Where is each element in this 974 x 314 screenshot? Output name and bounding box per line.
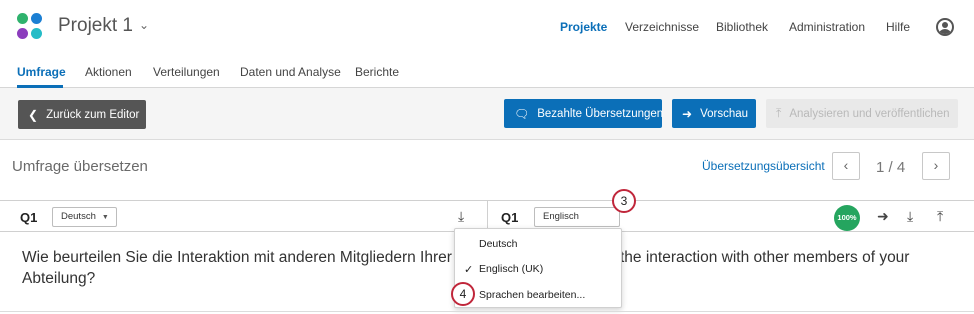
- qualtrics-logo-icon[interactable]: [17, 13, 45, 43]
- source-language-value: Deutsch: [61, 211, 96, 222]
- back-to-editor-button[interactable]: ❮ Zurück zum Editor: [18, 100, 146, 129]
- question-label-target: Q1: [501, 210, 519, 225]
- source-question-text: Wie beurteilen Sie die Interaktion mit a…: [22, 249, 452, 287]
- upload-icon[interactable]: ⤒: [937, 208, 943, 225]
- dropdown-option-deutsch[interactable]: Deutsch: [479, 238, 518, 250]
- nav-administration[interactable]: Administration: [789, 20, 865, 34]
- upload-icon: ⤒: [776, 106, 782, 120]
- step-callout-3: 3: [612, 189, 636, 213]
- project-title: Projekt 1: [58, 15, 133, 36]
- translation-overview-link[interactable]: Übersetzungsübersicht: [702, 159, 825, 173]
- chevron-left-icon: ❮: [28, 107, 39, 122]
- dropdown-option-englisch-uk[interactable]: Englisch (UK): [479, 263, 543, 275]
- page-counter: 1 / 4: [876, 159, 906, 176]
- nav-bibliothek[interactable]: Bibliothek: [716, 20, 768, 34]
- nav-verzeichnisse[interactable]: Verzeichnisse: [625, 20, 699, 34]
- preview-button[interactable]: ➜ Vorschau: [672, 99, 756, 128]
- back-to-editor-label: Zurück zum Editor: [46, 108, 140, 121]
- checkmark-icon: ✓: [464, 264, 474, 276]
- question-label-source: Q1: [20, 210, 38, 225]
- preview-arrow-icon: ➜: [682, 106, 693, 121]
- preview-label: Vorschau: [700, 107, 749, 120]
- analyze-publish-button[interactable]: ⤒ Analysieren und veröffentlichen: [766, 99, 958, 128]
- chat-bubbles-icon: 🗨: [514, 106, 530, 121]
- tab-verteilungen[interactable]: Verteilungen: [153, 65, 220, 79]
- next-page-button[interactable]: ›: [922, 152, 950, 180]
- translated-question-text[interactable]: the interaction with other members of yo…: [620, 247, 950, 268]
- tab-aktionen[interactable]: Aktionen: [85, 65, 132, 79]
- dropdown-option-edit-languages[interactable]: Sprachen bearbeiten...: [479, 289, 585, 301]
- target-language-select[interactable]: Englisch (UK)▼: [534, 207, 620, 240]
- language-dropdown-menu: Deutsch ✓ Englisch (UK) Sprachen bearbei…: [454, 228, 622, 308]
- previous-page-button[interactable]: ‹: [832, 152, 860, 180]
- download-icon[interactable]: ⤓: [907, 208, 913, 225]
- paid-translations-button[interactable]: 🗨 Bezahlte Übersetzungen: [504, 99, 664, 128]
- survey-tabs: Umfrage Aktionen Verteilungen Daten und …: [0, 56, 974, 88]
- project-title-dropdown[interactable]: Projekt 1 ⌄: [58, 15, 149, 37]
- top-bar: Projekt 1 ⌄ Projekte Verzeichnisse Biblio…: [0, 0, 974, 56]
- page-title: Umfrage übersetzen: [12, 158, 148, 175]
- user-account-icon[interactable]: [936, 18, 954, 36]
- tab-umfrage[interactable]: Umfrage: [17, 65, 66, 79]
- chevron-down-icon: ⌄: [138, 18, 150, 32]
- bottom-divider: [0, 311, 974, 312]
- editor-toolbar: ❮ Zurück zum Editor 🗨 Bezahlte Übersetzu…: [0, 88, 974, 140]
- tab-berichte[interactable]: Berichte: [355, 65, 399, 79]
- nav-projekte[interactable]: Projekte: [560, 20, 607, 34]
- caret-down-icon: ▼: [101, 214, 109, 221]
- step-callout-4: 4: [451, 282, 475, 306]
- chevron-right-icon: ›: [933, 157, 939, 173]
- export-icon[interactable]: ➜: [877, 208, 889, 225]
- tab-daten-und-analyse[interactable]: Daten und Analyse: [240, 65, 341, 79]
- download-icon[interactable]: ⤓: [458, 208, 464, 225]
- chevron-left-icon: ‹: [843, 157, 849, 173]
- translation-progress-badge: 100%: [834, 205, 860, 231]
- nav-hilfe[interactable]: Hilfe: [886, 20, 910, 34]
- analyze-publish-label: Analysieren und veröffentlichen: [789, 107, 950, 120]
- source-language-select[interactable]: Deutsch ▼: [52, 207, 117, 227]
- paid-translations-label: Bezahlte Übersetzungen: [537, 107, 664, 120]
